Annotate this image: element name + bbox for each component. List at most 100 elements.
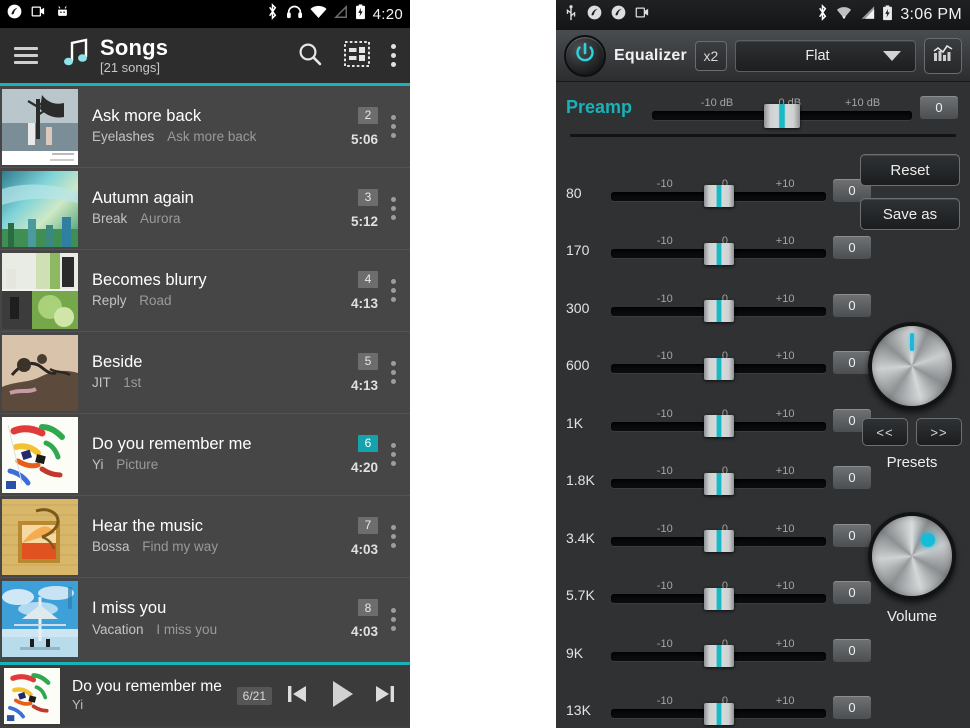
band-tick-max: +10 (775, 522, 795, 535)
band-thumb[interactable] (703, 415, 734, 437)
row-overflow-button[interactable] (380, 279, 406, 302)
table-row[interactable]: Hear the music Bossa Find my way 7 4:03 (0, 496, 410, 578)
band-tick-max: +10 (775, 465, 795, 477)
band-slider[interactable]: -10 0 +10 (611, 695, 826, 725)
track-number-badge: 5 (358, 352, 378, 370)
band-track[interactable] (611, 185, 826, 207)
spectrum-button[interactable] (924, 37, 962, 74)
playback-controls (284, 677, 404, 714)
knob-indicator (910, 333, 914, 351)
band-slider[interactable]: -10 0 +10 (611, 465, 826, 495)
band-frequency-label: 9K (566, 644, 584, 661)
band-thumb[interactable] (703, 242, 734, 265)
band-thumb[interactable] (703, 530, 734, 552)
table-row[interactable]: Beside JIT 1st 5 4:13 (0, 332, 410, 414)
hamburger-icon[interactable] (14, 47, 38, 64)
now-playing-album-art (4, 667, 60, 724)
right-status-bar-clock: 3:06 PM (900, 6, 962, 23)
presets-next-button[interactable]: >> (916, 418, 962, 446)
row-overflow-button[interactable] (380, 607, 406, 631)
previous-button[interactable] (284, 681, 310, 710)
multiplier-button[interactable]: x2 (694, 40, 727, 71)
power-toggle-button[interactable] (564, 34, 606, 77)
search-button[interactable] (297, 41, 323, 70)
table-row[interactable]: I miss you Vacation I miss you 8 4:03 (0, 578, 410, 660)
table-row[interactable]: Autumn again Break Aurora 3 5:12 (0, 168, 410, 250)
band-frequency-label: 1K (566, 414, 584, 431)
table-row[interactable]: Becomes blurry Reply Road 4 4:13 (0, 250, 410, 332)
band-track[interactable] (611, 472, 826, 495)
band-track[interactable] (611, 587, 826, 610)
band-track[interactable] (611, 357, 826, 380)
overflow-menu-button[interactable] (391, 44, 396, 67)
presets-prev-button[interactable]: << (862, 418, 908, 446)
song-list[interactable]: Ask more back Eyelashes Ask more back 2 … (0, 86, 410, 662)
toolbar-actions (297, 40, 396, 71)
preamp-thumb[interactable] (764, 103, 800, 128)
table-row[interactable]: Do you remember me Yi Picture 6 4:20 (0, 414, 410, 496)
row-overflow-button[interactable] (380, 443, 406, 466)
band-slider[interactable]: -10 0 +10 (611, 350, 826, 380)
band-thumb[interactable] (703, 472, 734, 495)
rotary-knob-icon[interactable] (868, 322, 956, 410)
band-thumb[interactable] (703, 587, 734, 610)
reset-button[interactable]: Reset (860, 154, 960, 186)
preset-dropdown[interactable]: Flat (734, 39, 916, 72)
band-thumb[interactable] (703, 357, 734, 380)
equalizer-controls-column: Reset Save as << >> Presets Volume (860, 82, 964, 728)
row-overflow-button[interactable] (380, 115, 406, 138)
mini-player[interactable]: Do you remember me Yi 6/21 (0, 662, 410, 726)
band-thumb[interactable] (703, 185, 734, 207)
song-title: Beside (92, 352, 143, 371)
next-button[interactable] (372, 681, 398, 710)
row-overflow-button[interactable] (380, 361, 406, 384)
band-track[interactable] (611, 300, 826, 322)
left-status-bar-clock: 4:20 (372, 5, 403, 23)
band-thumb[interactable] (703, 645, 734, 667)
band-frequency-label: 80 (566, 184, 582, 201)
band-slider[interactable]: -10 0 +10 (611, 580, 826, 610)
band-tick-min: -10 (656, 465, 673, 477)
bluetooth-icon (266, 3, 279, 25)
band-tick-min: -10 (656, 695, 673, 707)
band-track[interactable] (611, 645, 826, 667)
kebab-menu-icon (390, 197, 396, 220)
band-slider[interactable]: -10 0 +10 (611, 408, 826, 437)
band-thumb[interactable] (703, 300, 734, 322)
band-tick-max: +10 (775, 292, 795, 305)
volume-knob-group: Volume (862, 512, 962, 625)
preamp-label: Preamp (566, 97, 633, 117)
song-meta: Break Aurora (92, 210, 328, 229)
band-thumb[interactable] (703, 702, 734, 725)
music-app-icon (7, 4, 22, 24)
bluetooth-icon (816, 4, 829, 26)
rotary-knob-icon[interactable] (868, 512, 956, 600)
band-track[interactable] (611, 530, 826, 552)
left-status-bar-system-icons: 4:20 (266, 3, 403, 25)
band-track[interactable] (611, 242, 826, 265)
band-tick-max: +10 (775, 580, 795, 592)
band-slider[interactable]: -10 0 +10 (611, 522, 826, 552)
save-as-button[interactable]: Save as (860, 198, 960, 230)
table-row[interactable]: Ask more back Eyelashes Ask more back 2 … (0, 86, 410, 168)
layout-toggle-button[interactable] (343, 40, 371, 71)
band-slider[interactable]: -10 0 +10 (611, 178, 826, 207)
band-slider[interactable]: -10 0 +10 (611, 235, 826, 265)
band-track[interactable] (611, 415, 826, 437)
band-track[interactable] (611, 702, 826, 725)
play-button[interactable] (324, 677, 358, 714)
band-slider[interactable]: -10 0 +10 (611, 638, 826, 667)
song-text: Autumn again Break Aurora (90, 188, 328, 230)
song-title: I miss you (92, 599, 167, 618)
row-overflow-button[interactable] (380, 525, 406, 548)
row-overflow-button[interactable] (380, 197, 406, 220)
song-right: 5 4:13 (328, 352, 380, 393)
kebab-menu-icon (390, 525, 396, 548)
right-status-bar-notification-icons (564, 4, 650, 26)
right-status-bar-system-icons: 3:06 PM (816, 4, 962, 26)
song-title: Do you remember me (92, 434, 252, 453)
song-text: Hear the music Bossa Find my way (90, 516, 328, 558)
usb-icon (564, 4, 578, 26)
song-duration: 4:03 (350, 541, 378, 557)
band-slider[interactable]: -10 0 +10 (611, 292, 826, 322)
